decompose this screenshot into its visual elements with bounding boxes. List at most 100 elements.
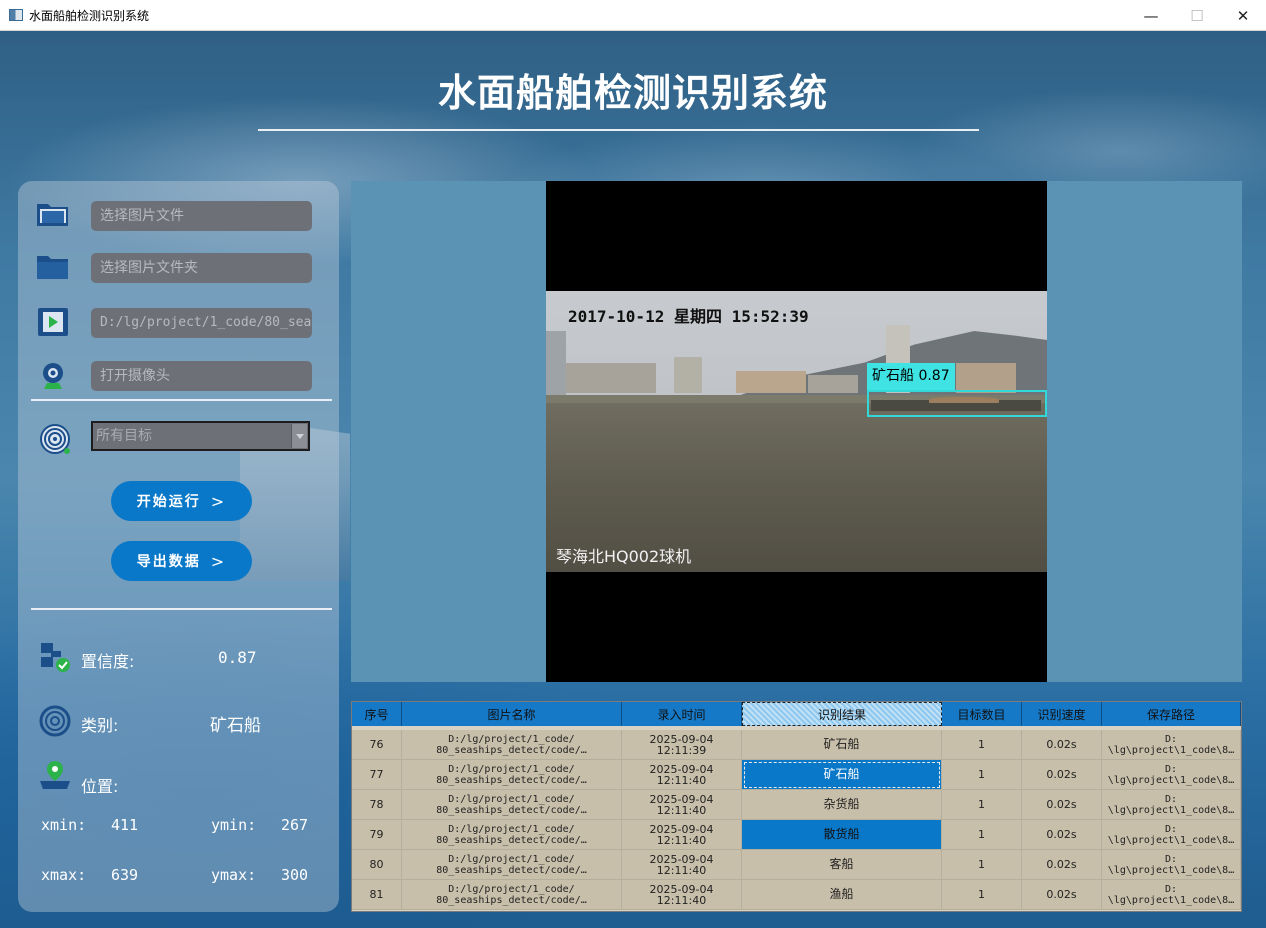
image-frame: 2017-10-12 星期四 15:52:39 琴海北HQ002球机 矿石船 0… (546, 181, 1047, 682)
building-shape (566, 363, 656, 393)
table-row[interactable]: 80 D:/lg/project/1_code/ 80_seaships_det… (352, 850, 1241, 880)
cell-time[interactable]: 2025-09-04 12:11:40 (622, 790, 742, 820)
cell-name[interactable]: D:/lg/project/1_code/ 80_seaships_detect… (402, 730, 622, 760)
app-icon (9, 9, 23, 21)
cell-speed[interactable]: 0.02s (1022, 880, 1102, 910)
cell-speed[interactable]: 0.02s (1022, 730, 1102, 760)
panel-divider (31, 608, 332, 610)
column-header-id[interactable]: 序号 (352, 702, 402, 726)
cell-name[interactable]: D:/lg/project/1_code/ 80_seaships_detect… (402, 880, 622, 910)
cell-time[interactable]: 2025-09-04 12:11:39 (622, 730, 742, 760)
cell-id[interactable]: 76 (352, 730, 402, 760)
confidence-icon (38, 642, 72, 672)
cell-speed[interactable]: 0.02s (1022, 850, 1102, 880)
class-icon (38, 705, 72, 737)
ymax-value: 300 (281, 866, 309, 884)
start-button-label: 开始运行 (136, 494, 201, 510)
camera-icon[interactable] (36, 361, 70, 391)
camera-input[interactable]: 打开摄像头 (91, 361, 312, 391)
confidence-value: 0.87 (218, 648, 257, 667)
cell-id[interactable]: 78 (352, 790, 402, 820)
cell-name[interactable]: D:/lg/project/1_code/ 80_seaships_detect… (402, 790, 622, 820)
image-file-input[interactable]: 选择图片文件 (91, 201, 312, 231)
cell-name[interactable]: D:/lg/project/1_code/ 80_seaships_detect… (402, 760, 622, 790)
cell-speed[interactable]: 0.02s (1022, 760, 1102, 790)
cell-speed[interactable]: 0.02s (1022, 820, 1102, 850)
building-shape (674, 357, 702, 393)
video-file-input[interactable]: D:/lg/project/1_code/80_sea (91, 308, 312, 338)
chevron-down-icon[interactable] (291, 424, 307, 448)
column-header-path[interactable]: 保存路径 (1102, 702, 1241, 726)
cell-path[interactable]: D: \lg\project\1_code\8… (1102, 850, 1241, 880)
xmin-label: xmin: (41, 816, 87, 834)
cell-name[interactable]: D:/lg/project/1_code/ 80_seaships_detect… (402, 850, 622, 880)
xmin-value: 411 (111, 816, 139, 834)
cell-time[interactable]: 2025-09-04 12:11:40 (622, 760, 742, 790)
table-body: 76 D:/lg/project/1_code/ 80_seaships_det… (352, 730, 1241, 910)
results-table[interactable]: 序号 图片名称 录入时间 识别结果 目标数目 识别速度 保存路径 76 D:/l… (351, 701, 1242, 912)
table-row[interactable]: 81 D:/lg/project/1_code/ 80_seaships_det… (352, 880, 1241, 910)
cell-count[interactable]: 1 (942, 790, 1022, 820)
building-shape (808, 375, 858, 393)
minimize-button[interactable]: — (1128, 0, 1174, 31)
column-header-result[interactable]: 识别结果 (742, 702, 942, 726)
cell-path[interactable]: D: \lg\project\1_code\8… (1102, 790, 1241, 820)
cell-count[interactable]: 1 (942, 850, 1022, 880)
cell-path[interactable]: D: \lg\project\1_code\8… (1102, 820, 1241, 850)
target-select[interactable]: 所有目标 (91, 421, 310, 451)
cell-time[interactable]: 2025-09-04 12:11:40 (622, 820, 742, 850)
chevron-right-icon: > (210, 491, 227, 511)
cell-id[interactable]: 81 (352, 880, 402, 910)
building-shape (546, 331, 566, 399)
column-header-name[interactable]: 图片名称 (402, 702, 622, 726)
image-display-area: 2017-10-12 星期四 15:52:39 琴海北HQ002球机 矿石船 0… (351, 181, 1242, 682)
cell-path[interactable]: D: \lg\project\1_code\8… (1102, 730, 1241, 760)
cell-result[interactable]: 杂货船 (742, 790, 942, 820)
cell-id[interactable]: 80 (352, 850, 402, 880)
start-button[interactable]: 开始运行 > (111, 481, 252, 521)
table-row[interactable]: 77 D:/lg/project/1_code/ 80_seaships_det… (352, 760, 1241, 790)
open-folder-icon[interactable] (36, 199, 70, 229)
cell-result-selected[interactable]: 矿石船 (742, 760, 942, 790)
detected-ship (871, 397, 1041, 411)
export-button-label: 导出数据 (136, 554, 201, 570)
cell-result-selected[interactable]: 散货船 (742, 820, 942, 850)
cell-result[interactable]: 渔船 (742, 880, 942, 910)
close-button[interactable]: ✕ (1220, 0, 1266, 31)
column-header-count[interactable]: 目标数目 (942, 702, 1022, 726)
export-button[interactable]: 导出数据 > (111, 541, 252, 581)
table-row[interactable]: 76 D:/lg/project/1_code/ 80_seaships_det… (352, 730, 1241, 760)
cell-result[interactable]: 矿石船 (742, 730, 942, 760)
cell-count[interactable]: 1 (942, 880, 1022, 910)
cell-result[interactable]: 客船 (742, 850, 942, 880)
cell-path[interactable]: D: \lg\project\1_code\8… (1102, 760, 1241, 790)
cell-count[interactable]: 1 (942, 820, 1022, 850)
cell-name[interactable]: D:/lg/project/1_code/ 80_seaships_detect… (402, 820, 622, 850)
column-header-time[interactable]: 录入时间 (622, 702, 742, 726)
table-row[interactable]: 78 D:/lg/project/1_code/ 80_seaships_det… (352, 790, 1241, 820)
target-select-value: 所有目标 (96, 428, 152, 444)
folder-icon[interactable] (36, 252, 70, 282)
cell-count[interactable]: 1 (942, 760, 1022, 790)
cell-id[interactable]: 79 (352, 820, 402, 850)
ymax-label: ymax: (211, 866, 257, 884)
cell-time[interactable]: 2025-09-04 12:11:40 (622, 880, 742, 910)
cell-time[interactable]: 2025-09-04 12:11:40 (622, 850, 742, 880)
panel-divider (31, 399, 332, 401)
chevron-right-icon: > (210, 551, 227, 571)
window-title: 水面船舶检测识别系统 (29, 8, 150, 23)
cell-count[interactable]: 1 (942, 730, 1022, 760)
cell-id[interactable]: 77 (352, 760, 402, 790)
cell-speed[interactable]: 0.02s (1022, 790, 1102, 820)
class-label: 类别: (81, 716, 119, 735)
building-shape (956, 363, 1016, 393)
column-header-speed[interactable]: 识别速度 (1022, 702, 1102, 726)
video-icon[interactable] (36, 307, 70, 337)
location-icon (38, 760, 72, 790)
image-folder-input[interactable]: 选择图片文件夹 (91, 253, 312, 283)
maximize-button[interactable]: ☐ (1174, 0, 1220, 31)
cell-path[interactable]: D: \lg\project\1_code\8… (1102, 880, 1241, 910)
window-controls: — ☐ ✕ (1128, 0, 1266, 31)
table-row[interactable]: 79 D:/lg/project/1_code/ 80_seaships_det… (352, 820, 1241, 850)
class-value: 矿石船 (210, 716, 261, 736)
